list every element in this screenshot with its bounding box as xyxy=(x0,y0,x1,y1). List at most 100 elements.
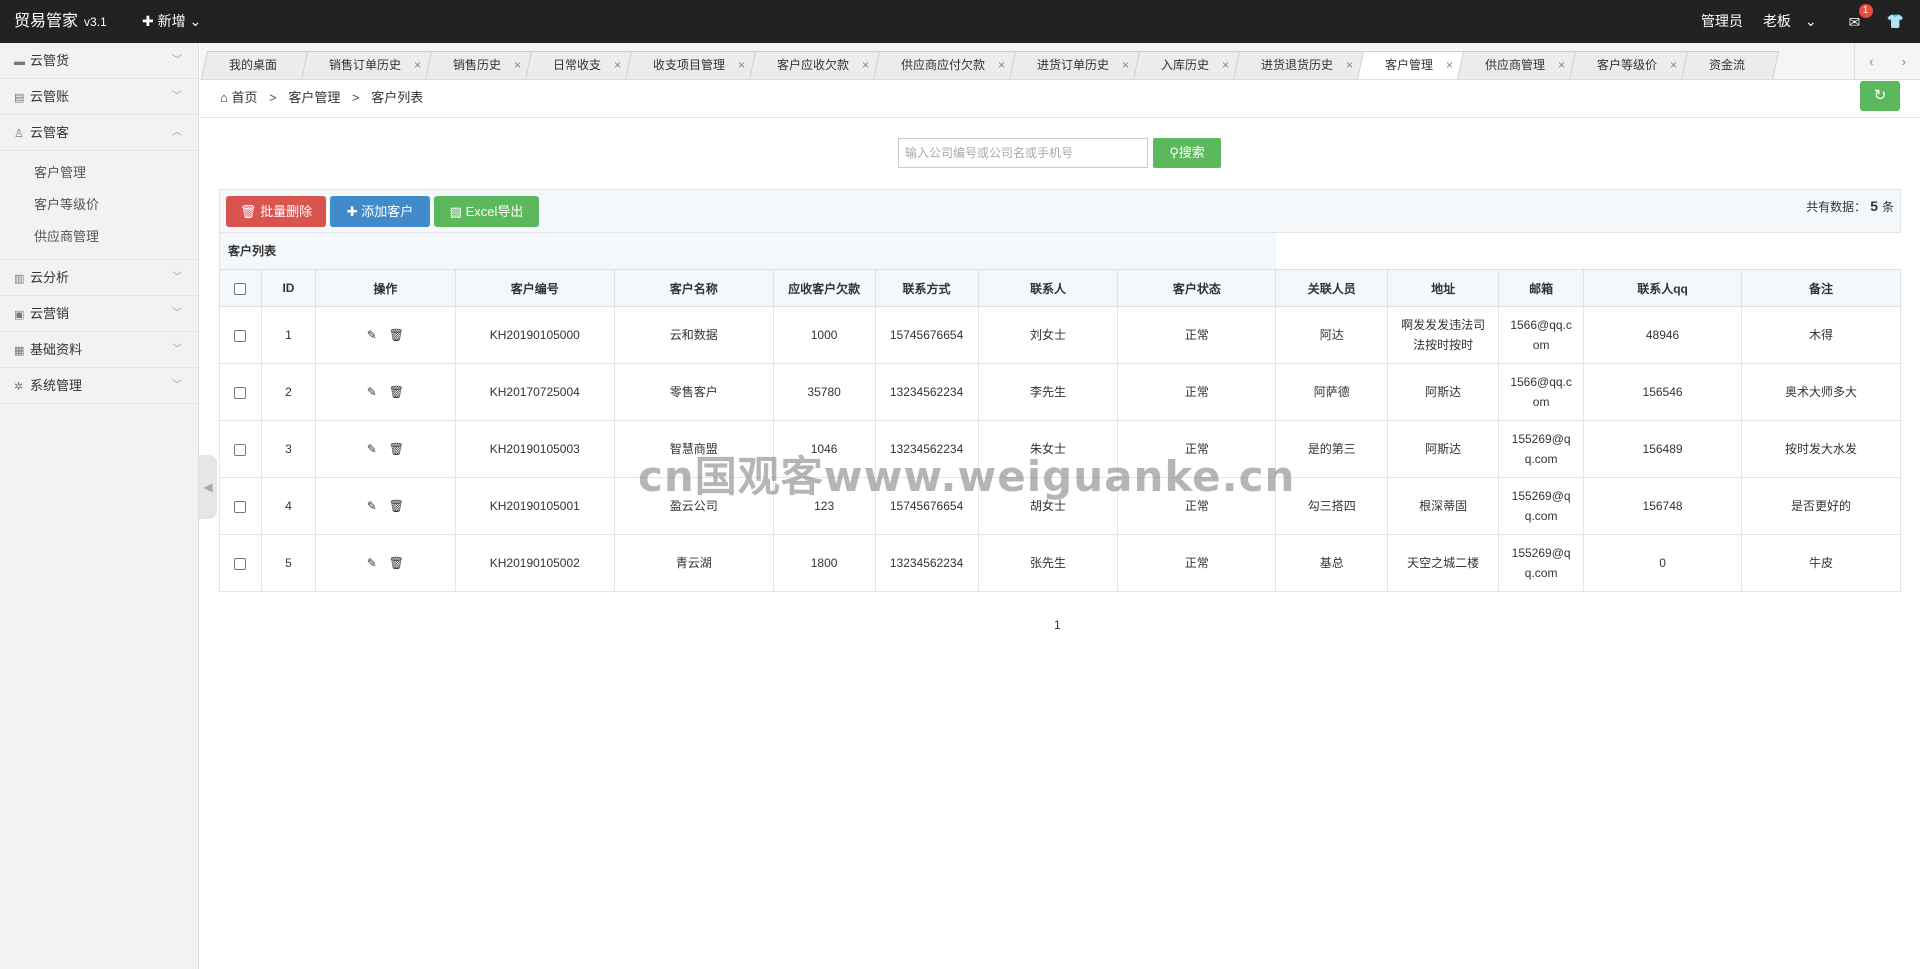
cell-contact: 刘女士 xyxy=(977,306,1119,364)
sidebar-item-accounts[interactable]: ▤ 云管账 ﹀ xyxy=(0,79,198,115)
customer-table: ID 操作 客户编号 客户名称 应收客户欠款 联系方式 联系人 客户状态 关联人员 地址 邮箱 联系人… xyxy=(219,269,1901,592)
tab-label: 销售历史 xyxy=(453,58,502,72)
tab-10[interactable]: 客户管理 × xyxy=(1357,51,1468,79)
gear-icon: ✲ xyxy=(14,381,24,393)
close-icon[interactable]: × xyxy=(614,52,621,79)
close-icon[interactable]: × xyxy=(998,52,1005,79)
cell-phone: 13234562234 xyxy=(874,534,979,592)
tab-12[interactable]: 客户等级价 × xyxy=(1569,51,1692,79)
trash-icon[interactable]: 🗑 xyxy=(389,325,404,345)
mail-button[interactable]: ✉ 1 xyxy=(1839,3,1873,32)
tab-13[interactable]: 资金流 xyxy=(1681,51,1780,79)
edit-icon[interactable]: ✎ xyxy=(367,439,377,459)
close-icon[interactable]: × xyxy=(414,52,421,79)
edit-icon[interactable]: ✎ xyxy=(367,496,377,516)
tab-2[interactable]: 销售历史 × xyxy=(424,51,536,79)
cell-qq: 48946 xyxy=(1583,306,1742,364)
table-row: 3 ✎ 🗑 KH20190105003 智慧商盟 1046 13234562234 朱女士 正常… xyxy=(219,420,1901,478)
add-new-menu[interactable]: ✚ 新增 ⌄ xyxy=(142,0,201,43)
page-number-current[interactable]: 1 xyxy=(1054,618,1061,632)
edit-icon[interactable]: ✎ xyxy=(367,382,377,402)
trash-icon[interactable]: 🗑 xyxy=(389,382,404,402)
pagination: 1 xyxy=(1054,618,1061,632)
cell-debt: 1046 xyxy=(772,420,876,478)
cell-contact: 李先生 xyxy=(977,363,1119,421)
cell-code: KH20170725004 xyxy=(454,363,615,421)
close-icon[interactable]: × xyxy=(1346,52,1353,79)
add-customer-button[interactable]: ✚ 添加客户 xyxy=(330,196,430,227)
edit-icon[interactable]: ✎ xyxy=(367,553,377,573)
tab-5[interactable]: 客户应收欠款 × xyxy=(748,51,884,79)
sidebar-item-system[interactable]: ✲ 系统管理 ﹀ xyxy=(0,368,198,404)
sidebar-item-marketing[interactable]: ▣ 云营销 ﹀ xyxy=(0,296,198,332)
breadcrumb-home[interactable]: 首页 xyxy=(231,90,257,105)
app-logo[interactable]: 贸易管家 v3.1 xyxy=(14,0,107,43)
tab-9[interactable]: 进货退货历史 × xyxy=(1233,51,1368,79)
sidebar-item-label: 云管货 xyxy=(30,53,70,68)
cell-id: 4 xyxy=(260,477,316,535)
tab-label: 收支项目管理 xyxy=(653,58,726,72)
theme-button[interactable]: 👕 xyxy=(1877,0,1904,43)
close-icon[interactable]: × xyxy=(862,52,869,79)
tab-label: 日常收支 xyxy=(553,58,602,72)
tab-11[interactable]: 供应商管理 × xyxy=(1457,51,1580,79)
excel-export-button[interactable]: ▧ Excel导出 xyxy=(434,196,539,227)
row-checkbox[interactable] xyxy=(234,386,247,399)
select-all-checkbox[interactable] xyxy=(234,282,247,295)
row-actions: ✎ 🗑 xyxy=(314,306,456,364)
cell-email: 155269@qq.com xyxy=(1498,534,1585,592)
sidebar-subitem-supplier-management[interactable]: 供应商管理 xyxy=(0,221,198,253)
sidebar-item-basic-data[interactable]: ▦ 基础资料 ﹀ xyxy=(0,332,198,368)
row-checkbox[interactable] xyxy=(234,500,247,513)
cell-debt: 1800 xyxy=(772,534,876,592)
close-icon[interactable]: × xyxy=(1446,52,1453,79)
cell-address: 天空之城二楼 xyxy=(1387,534,1500,592)
close-icon[interactable]: × xyxy=(514,52,521,79)
sidebar-subitem-customer-level-price[interactable]: 客户等级价 xyxy=(0,189,198,221)
row-checkbox[interactable] xyxy=(234,329,247,342)
search-button[interactable]: ⚲搜索 xyxy=(1153,138,1221,168)
cell-phone: 15745676654 xyxy=(874,477,979,535)
tab-8[interactable]: 入库历史 × xyxy=(1133,51,1244,79)
batch-delete-button[interactable]: 🗑 批量删除 xyxy=(226,196,326,227)
sidebar-item-customers[interactable]: ♙ 云管客 ︿ xyxy=(0,115,198,151)
add-new-label: 新增 xyxy=(157,13,186,29)
cell-address: 阿斯达 xyxy=(1387,363,1500,421)
close-icon[interactable]: × xyxy=(1558,52,1565,79)
sidebar-collapse-handle[interactable]: ◀ xyxy=(199,455,217,519)
sidebar-item-goods[interactable]: ▬ 云管货 ﹀ xyxy=(0,43,198,79)
edit-icon[interactable]: ✎ xyxy=(367,325,377,345)
breadcrumb-level1[interactable]: 客户管理 xyxy=(288,90,340,105)
tab-3[interactable]: 日常收支 × xyxy=(524,51,636,79)
tab-6[interactable]: 供应商应付欠款 × xyxy=(873,51,1020,79)
sidebar-subitem-customer-management[interactable]: 客户管理 xyxy=(0,157,198,189)
close-icon[interactable]: × xyxy=(1122,52,1129,79)
tab-7[interactable]: 进货订单历史 × xyxy=(1009,51,1144,79)
column-header: 客户名称 xyxy=(613,269,774,307)
sidebar-item-analysis[interactable]: ▥ 云分析 ﹀ xyxy=(0,260,198,296)
tab-0[interactable]: 我的桌面 xyxy=(200,51,312,79)
trash-icon[interactable]: 🗑 xyxy=(389,496,404,516)
tab-1[interactable]: 销售订单历史 × xyxy=(300,51,436,79)
cell-status: 正常 xyxy=(1117,306,1277,364)
search-icon: ⚲ xyxy=(1169,145,1179,160)
chevron-left-icon[interactable]: ‹ xyxy=(1869,54,1873,69)
tab-4[interactable]: 收支项目管理 × xyxy=(624,51,760,79)
search-input[interactable] xyxy=(898,138,1148,168)
tab-bar: 我的桌面 销售订单历史 × 销售历史 × 日常收支 × 收支项目管理 × 客户应收欠款 × 供应商应付… xyxy=(200,43,1920,80)
close-icon[interactable]: × xyxy=(1222,52,1229,79)
user-menu[interactable]: 老板 ⌄ xyxy=(1753,0,1817,43)
total-count: 共有数据： 5 条 xyxy=(1806,190,1894,223)
refresh-button[interactable]: ↻ xyxy=(1860,81,1900,111)
table-caption: 客户列表 xyxy=(219,233,1276,269)
close-icon[interactable]: × xyxy=(1670,52,1677,79)
close-icon[interactable]: × xyxy=(738,52,745,79)
row-select-cell xyxy=(219,477,262,535)
trash-icon[interactable]: 🗑 xyxy=(389,553,404,573)
row-checkbox[interactable] xyxy=(234,443,247,456)
row-checkbox[interactable] xyxy=(234,557,247,570)
tshirt-icon: 👕 xyxy=(1886,13,1904,29)
chevron-right-icon[interactable]: › xyxy=(1902,54,1906,69)
cell-name: 盈云公司 xyxy=(613,477,774,535)
trash-icon[interactable]: 🗑 xyxy=(389,439,404,459)
